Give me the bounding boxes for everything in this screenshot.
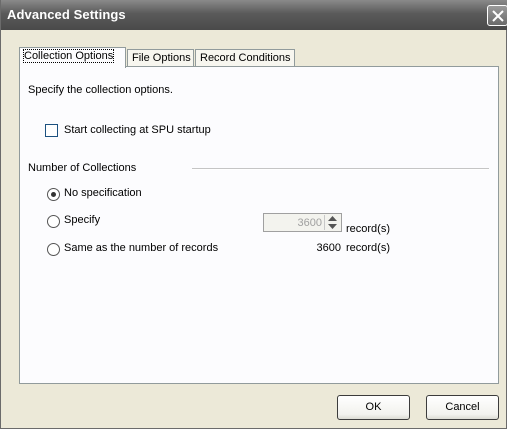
tab-file-options[interactable]: File Options (127, 49, 194, 67)
start-collecting-label[interactable]: Start collecting at SPU startup (64, 124, 211, 136)
radio-specify[interactable] (47, 215, 60, 228)
same-records-unit: record(s) (346, 242, 391, 254)
radio-no-specification[interactable] (47, 188, 60, 201)
window-title: Advanced Settings (7, 7, 126, 22)
tab-label: File Options (132, 52, 191, 64)
arrow-up-icon[interactable] (328, 216, 337, 222)
number-of-collections-label: Number of Collections (28, 162, 137, 174)
start-collecting-checkbox[interactable] (45, 124, 58, 137)
same-records-value: 3600 (316, 242, 341, 254)
close-button[interactable] (487, 5, 507, 26)
panel-description: Specify the collection options. (28, 84, 173, 96)
advanced-settings-dialog: Advanced Settings Collection Options Fil… (0, 0, 507, 429)
radio-specify-label[interactable]: Specify (64, 214, 100, 226)
spinner-value: 3600 (297, 217, 322, 229)
tab-record-conditions[interactable]: Record Conditions (195, 49, 295, 67)
collection-options-panel: Specify the collection options. Start co… (19, 66, 499, 384)
spinner-buttons[interactable] (324, 215, 340, 230)
cancel-button[interactable]: Cancel (426, 395, 499, 420)
radio-same-as-records-label[interactable]: Same as the number of records (64, 242, 218, 254)
tab-collection-options[interactable]: Collection Options (19, 47, 126, 68)
radio-same-as-records[interactable] (47, 243, 60, 256)
close-icon (492, 10, 504, 22)
specify-unit-label: record(s) (346, 223, 391, 235)
group-separator (192, 168, 489, 170)
radio-no-specification-label[interactable]: No specification (64, 187, 142, 199)
collection-count-spinner[interactable]: 3600 (263, 213, 342, 232)
title-bar: Advanced Settings (1, 0, 507, 30)
tab-label: Record Conditions (200, 52, 291, 64)
arrow-down-icon[interactable] (328, 224, 337, 230)
ok-button[interactable]: OK (337, 395, 410, 420)
tab-label: Collection Options (22, 49, 115, 63)
